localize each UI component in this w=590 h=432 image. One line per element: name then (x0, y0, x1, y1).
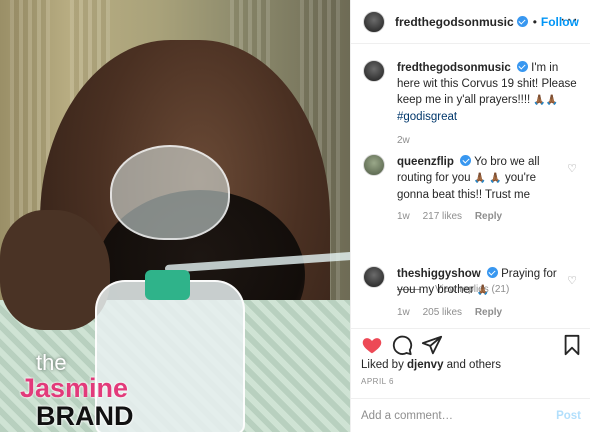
comment-username[interactable]: queenzflip (397, 156, 454, 168)
reply-button[interactable]: Reply (475, 211, 502, 222)
watermark-logo: the Jasmine BRAND (10, 350, 210, 431)
heart-outline-icon[interactable]: ♡ (567, 162, 577, 175)
comment-icon[interactable] (391, 334, 413, 356)
green-valve (145, 270, 190, 300)
header-username[interactable]: fredthegodsonmusic (395, 15, 514, 29)
action-icons (361, 334, 583, 356)
praying-hands-icon: 🙏🏾 (476, 285, 490, 296)
praying-hands-icon: 🙏🏾🙏🏾 (533, 95, 559, 106)
add-comment-bar: Add a comment… Post (351, 398, 590, 432)
watermark-brand: BRAND (36, 401, 134, 431)
verified-badge-icon (460, 155, 472, 166)
liked-by-user[interactable]: djenvy (407, 359, 443, 371)
verified-badge-icon (516, 61, 528, 72)
heart-filled-icon[interactable] (361, 334, 383, 356)
avatar[interactable] (363, 60, 385, 82)
verified-badge-icon (486, 267, 498, 278)
heart-outline-icon[interactable]: ♡ (567, 274, 577, 287)
hand (0, 210, 110, 330)
caption-username[interactable]: fredthegodsonmusic (397, 62, 511, 74)
comment-item: theshiggyshow Praying for you my brother… (363, 266, 583, 318)
post-side-panel: fredthegodsonmusic • Follow ··· fredtheg… (350, 0, 590, 432)
hashtag-link[interactable]: #godisgreat (397, 111, 457, 123)
comment-time[interactable]: 1w (397, 211, 410, 222)
caption-time[interactable]: 2w (397, 135, 410, 146)
avatar[interactable] (363, 266, 385, 288)
add-comment-input[interactable]: Add a comment… (361, 410, 556, 422)
avatar[interactable] (363, 10, 385, 33)
liked-by-prefix: Liked by (361, 359, 408, 371)
comment-username[interactable]: theshiggyshow (397, 268, 481, 280)
verified-badge-icon (516, 16, 528, 27)
post-photo[interactable]: the Jasmine BRAND (0, 0, 350, 432)
caption: fredthegodsonmusic I'm in here wit this … (363, 60, 583, 146)
liked-by: Liked by djenvy and others (361, 359, 501, 371)
comment-item: queenzflip Yo bro we all routing for you… (363, 154, 583, 222)
share-icon[interactable] (421, 334, 443, 356)
liked-by-suffix[interactable]: and others (443, 359, 501, 371)
avatar[interactable] (363, 154, 385, 176)
more-options-icon[interactable]: ··· (560, 12, 579, 28)
comment-likes[interactable]: 217 likes (423, 211, 462, 222)
comments-list[interactable]: fredthegodsonmusic I'm in here wit this … (351, 44, 590, 328)
comment-likes[interactable]: 205 likes (423, 307, 462, 318)
post-date[interactable]: APRIL 6 (361, 377, 394, 386)
oxygen-mask (110, 145, 230, 240)
post-header: fredthegodsonmusic • Follow ··· (351, 0, 590, 44)
post-actions: Liked by djenvy and others APRIL 6 (351, 328, 590, 398)
separator-dot: • (532, 14, 537, 29)
reply-button[interactable]: Reply (475, 307, 502, 318)
post-button[interactable]: Post (556, 410, 581, 422)
comment-time[interactable]: 1w (397, 307, 410, 318)
watermark-jasmine: Jasmine (20, 373, 129, 403)
praying-hands-icon: 🙏🏾 (473, 173, 487, 184)
praying-hands-icon: 🙏🏾 (489, 173, 502, 184)
watermark-the: the (36, 350, 67, 375)
bookmark-icon[interactable] (561, 334, 583, 356)
